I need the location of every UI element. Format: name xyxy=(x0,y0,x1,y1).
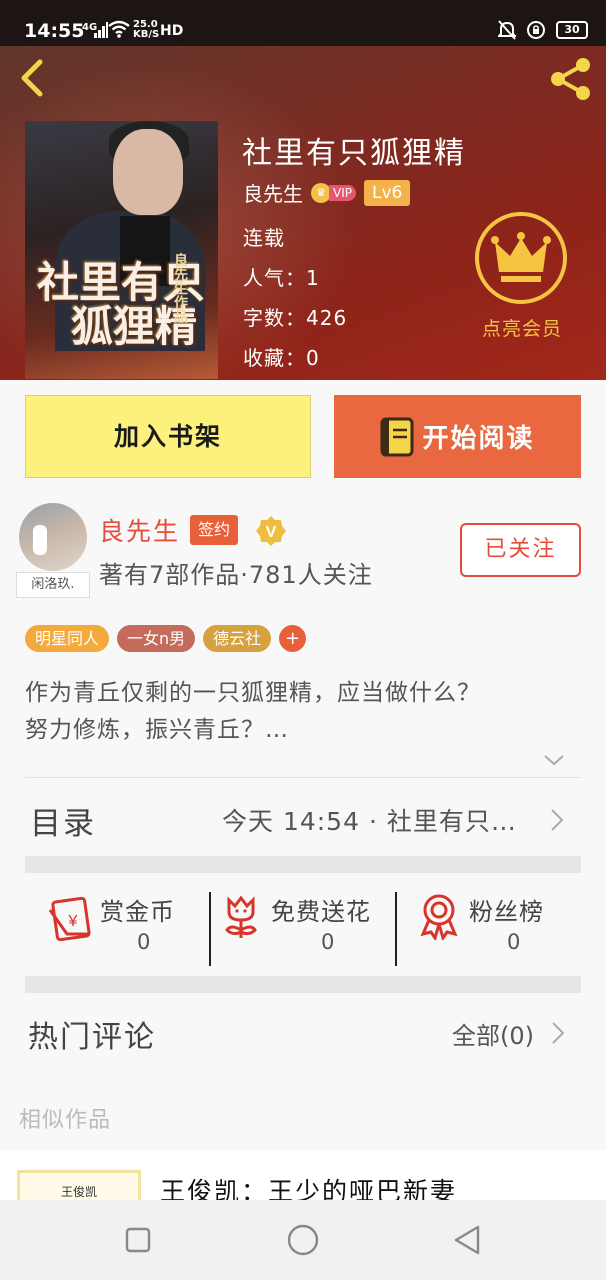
cover-figure-face xyxy=(113,129,183,215)
add-to-shelf-button[interactable]: 加入书架 xyxy=(25,395,311,478)
cover-author-mark: 良先生作品 xyxy=(172,253,188,323)
wifi-icon xyxy=(108,20,130,38)
mute-bell-icon xyxy=(498,20,516,40)
similar-work-item[interactable]: 王俊凯 王俊凯：王少的哑巴新妻 xyxy=(0,1150,606,1200)
book-word-count: 字数：426 xyxy=(243,306,348,330)
reward-count: 0 xyxy=(507,930,521,954)
reward-count: 0 xyxy=(321,930,335,954)
book-cover[interactable]: 社里有只 狐狸精 良先生作品 xyxy=(25,121,218,379)
similar-work-name: 王俊凯：王少的哑巴新妻 xyxy=(160,1177,458,1200)
share-icon[interactable] xyxy=(548,56,594,102)
add-tag-button[interactable]: + xyxy=(279,625,307,652)
svg-text:¥: ¥ xyxy=(68,913,78,930)
signed-badge: 签约 xyxy=(190,515,239,545)
medal-icon xyxy=(420,894,458,940)
vip-label: VIP xyxy=(329,184,356,201)
intro-line: 作为青丘仅剩的一只狐狸精，应当做什么？ xyxy=(25,680,481,706)
activate-membership-button[interactable]: 点亮会员 xyxy=(472,212,568,342)
recent-apps-button[interactable] xyxy=(120,1222,156,1258)
chevron-right-icon[interactable] xyxy=(551,1021,565,1045)
system-navigation-bar xyxy=(0,1200,606,1280)
lock-rotation-icon xyxy=(527,21,545,39)
section-separator xyxy=(25,976,581,993)
tag-item[interactable]: 明星同人 xyxy=(25,625,110,652)
member-label: 点亮会员 xyxy=(481,318,562,340)
author-name[interactable]: 良先生 xyxy=(243,178,303,207)
chevron-right-icon[interactable] xyxy=(550,808,564,832)
network-speed: 25.0 KB/S xyxy=(133,19,160,40)
start-reading-label: 开始阅读 xyxy=(422,424,535,454)
free-flower-button[interactable]: 免费送花 0 xyxy=(211,872,395,982)
catalog-latest-chapter[interactable]: 今天 14:54 · 社里有只… xyxy=(222,802,517,838)
book-title: 社里有只狐狸精 xyxy=(242,136,466,171)
book-status: 连载 xyxy=(243,226,285,250)
similar-work-thumbnail: 王俊凯 xyxy=(17,1170,141,1200)
battery-indicator: 30 xyxy=(556,21,588,39)
home-button[interactable] xyxy=(285,1222,321,1258)
avatar-caption: 闲洛玖. xyxy=(16,572,90,598)
coin-envelope-icon: ¥ xyxy=(48,896,91,942)
book-popularity: 人气：1 xyxy=(243,266,320,290)
writer-avatar[interactable] xyxy=(19,503,87,571)
book-icon xyxy=(380,417,414,456)
book-favorites: 收藏：0 xyxy=(243,346,320,370)
reward-count: 0 xyxy=(137,930,151,954)
hot-comments-title: 热门评论 xyxy=(28,1020,156,1055)
book-intro[interactable]: 作为青丘仅剩的一只狐狸精，应当做什么？ 努力修炼，振兴青丘？… xyxy=(25,675,585,749)
tag-list: 明星同人 一女n男 德云社 + xyxy=(25,625,307,652)
author-row: 良先生 ♛ VIP Lv6 xyxy=(243,178,411,207)
similar-works-title: 相似作品 xyxy=(19,1108,112,1133)
status-time: 14:55 xyxy=(24,20,85,42)
reward-row: ¥ 赏金币 0 免费送花 0 粉丝榜 0 xyxy=(25,872,581,982)
expand-chevron-icon[interactable] xyxy=(543,753,565,767)
svg-text:V: V xyxy=(266,524,277,541)
start-reading-button[interactable]: 开始阅读 xyxy=(334,395,581,478)
crown-icon: ♛ xyxy=(311,182,331,203)
flower-icon xyxy=(225,895,257,938)
verified-badge-icon: V xyxy=(256,516,286,546)
vip-badge: ♛ VIP xyxy=(311,182,356,203)
book-header: 14:55 4G 25.0 KB/S HD 30 社里有只 狐狸精 良先生作品 … xyxy=(0,0,606,380)
crown-icon xyxy=(491,232,551,282)
reward-label: 免费送花 xyxy=(271,898,371,926)
signal-bars-icon xyxy=(94,22,108,38)
reward-coins-button[interactable]: ¥ 赏金币 0 xyxy=(25,872,211,982)
all-comments-link[interactable]: 全部(0) xyxy=(452,1016,534,1051)
reward-label: 赏金币 xyxy=(100,898,175,926)
status-right: 30 xyxy=(498,20,588,40)
tag-item[interactable]: 德云社 xyxy=(203,625,272,652)
hd-indicator: HD xyxy=(160,23,184,39)
reward-label: 粉丝榜 xyxy=(469,898,544,926)
back-arrow-icon[interactable] xyxy=(14,58,54,98)
back-button[interactable] xyxy=(450,1222,486,1258)
tag-item[interactable]: 一女n男 xyxy=(117,625,196,652)
level-badge: Lv6 xyxy=(363,179,411,206)
status-bar: 14:55 4G 25.0 KB/S HD 30 xyxy=(0,0,606,46)
catalog-title[interactable]: 目录 xyxy=(30,798,96,843)
member-circle xyxy=(475,212,567,304)
writer-stats: 著有7部作品·781人关注 xyxy=(99,561,373,589)
follow-button[interactable]: 已关注 xyxy=(460,523,581,577)
intro-line: 努力修炼，振兴青丘？… xyxy=(25,717,289,743)
divider xyxy=(25,777,581,778)
fan-ranking-button[interactable]: 粉丝榜 0 xyxy=(397,872,581,982)
section-separator xyxy=(25,856,581,873)
writer-name[interactable]: 良先生 xyxy=(99,512,180,548)
thumbnail-text: 王俊凯 xyxy=(60,1185,97,1199)
book-detail-content: 加入书架 开始阅读 闲洛玖. 良先生 签约 V 著有7部作品·781人关注 已关… xyxy=(0,380,606,1200)
